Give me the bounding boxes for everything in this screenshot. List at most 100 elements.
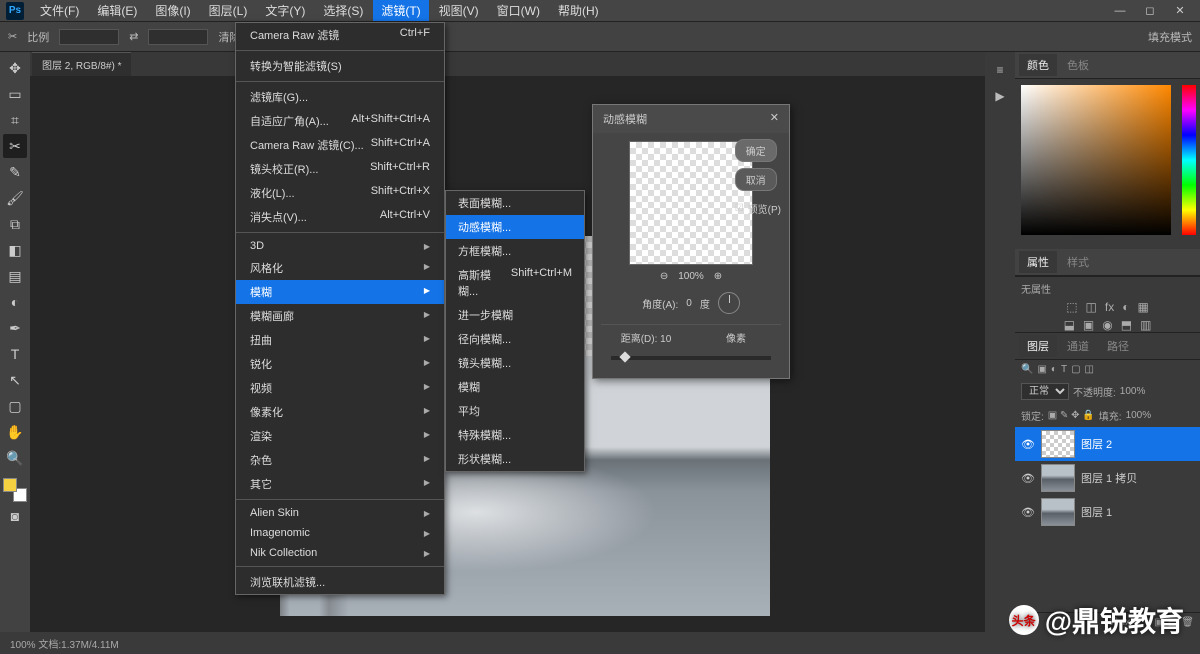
menu-item[interactable]: 图像(I) (147, 0, 198, 21)
document-tab[interactable]: 图层 2, RGB/8#) * (32, 52, 131, 76)
menu-item[interactable]: 滤镜库(G)... (236, 85, 444, 109)
visibility-icon[interactable]: 👁 (1021, 472, 1035, 485)
eyedropper-tool-icon[interactable]: ✎ (3, 160, 27, 184)
blend-mode-select[interactable]: 正常 (1021, 383, 1069, 400)
menu-item[interactable]: 锐化 (236, 352, 444, 376)
filter-type-icon[interactable]: T (1061, 364, 1067, 375)
menu-item[interactable]: 模糊 (236, 280, 444, 304)
hand-tool-icon[interactable]: ✋ (3, 420, 27, 444)
pen-tool-icon[interactable]: ✒ (3, 316, 27, 340)
prop-icon[interactable]: ◐ (1122, 300, 1129, 314)
actions-icon[interactable]: ▶ (990, 86, 1010, 106)
menu-item[interactable]: Camera Raw 滤镜Ctrl+F (236, 23, 444, 47)
marquee-tool-icon[interactable]: ▭ (3, 82, 27, 106)
submenu-item[interactable]: 模糊 (446, 375, 584, 399)
menu-item[interactable]: 3D (236, 236, 444, 256)
menu-item[interactable]: 选择(S) (315, 0, 371, 21)
cancel-button[interactable]: 取消 (735, 168, 777, 191)
menu-item[interactable]: 文件(F) (32, 0, 87, 21)
dialog-close-icon[interactable]: ✕ (770, 111, 779, 127)
tab-styles[interactable]: 样式 (1059, 251, 1097, 273)
menu-item[interactable]: 转换为智能滤镜(S) (236, 54, 444, 78)
prop-icon[interactable]: fx (1105, 300, 1114, 314)
layer-row[interactable]: 👁图层 1 拷贝 (1015, 461, 1200, 495)
menu-item[interactable]: 图层(L) (201, 0, 256, 21)
angle-knob[interactable] (718, 292, 740, 314)
distance-slider[interactable] (611, 356, 771, 360)
angle-value[interactable]: 0 (686, 298, 692, 309)
submenu-item[interactable]: 镜头模糊... (446, 351, 584, 375)
submenu-item[interactable]: 高斯模糊...Shift+Ctrl+M (446, 263, 584, 303)
brush-tool-icon[interactable]: 🖌 (3, 186, 27, 210)
color-swatches[interactable] (3, 478, 27, 502)
prop-icon[interactable]: ⬚ (1066, 300, 1077, 314)
tab-color[interactable]: 颜色 (1019, 54, 1057, 76)
filter-type-icon[interactable]: ▢ (1071, 364, 1080, 375)
tab-paths[interactable]: 路径 (1099, 335, 1137, 357)
menu-item[interactable]: 模糊画廊 (236, 304, 444, 328)
preview-checkbox-label[interactable]: 预览(P) (748, 201, 781, 216)
crop-tool-icon[interactable]: ✂ (3, 134, 27, 158)
path-tool-icon[interactable]: ↖ (3, 368, 27, 392)
submenu-item[interactable]: 径向模糊... (446, 327, 584, 351)
prop-icon[interactable]: ⬓ (1064, 318, 1075, 332)
tab-swatches[interactable]: 色板 (1059, 54, 1097, 76)
minimize-icon[interactable]: — (1106, 2, 1134, 20)
zoom-tool-icon[interactable]: 🔍 (3, 446, 27, 470)
submenu-item[interactable]: 动感模糊... (446, 215, 584, 239)
prop-icon[interactable]: ▣ (1083, 318, 1094, 332)
gradient-tool-icon[interactable]: ▤ (3, 264, 27, 288)
menu-item[interactable]: 消失点(V)...Alt+Ctrl+V (236, 205, 444, 229)
submenu-item[interactable]: 方框模糊... (446, 239, 584, 263)
prop-icon[interactable]: ▥ (1140, 318, 1151, 332)
filter-icon[interactable]: 🔍 (1021, 364, 1033, 375)
menu-item[interactable]: Imagenomic (236, 523, 444, 543)
menu-item[interactable]: Camera Raw 滤镜(C)...Shift+Ctrl+A (236, 133, 444, 157)
menu-item[interactable]: 其它 (236, 472, 444, 496)
tool-preset[interactable]: 比例 (27, 29, 49, 45)
layer-row[interactable]: 👁图层 2 (1015, 427, 1200, 461)
menu-item[interactable]: 滤镜(T) (373, 0, 428, 21)
prop-icon[interactable]: ◫ (1086, 300, 1097, 314)
menu-item[interactable]: Nik Collection (236, 543, 444, 563)
filter-type-icon[interactable]: ◐ (1051, 364, 1057, 375)
menu-item[interactable]: 自适应广角(A)...Alt+Shift+Ctrl+A (236, 109, 444, 133)
opt-fill[interactable]: 填充模式 (1148, 29, 1192, 45)
history-icon[interactable]: ≡ (990, 60, 1010, 80)
menu-item[interactable]: 镜头校正(R)...Shift+Ctrl+R (236, 157, 444, 181)
lasso-tool-icon[interactable]: ⌗ (3, 108, 27, 132)
menu-item[interactable]: 视图(V) (431, 0, 487, 21)
eraser-tool-icon[interactable]: ◧ (3, 238, 27, 262)
checkbox-icon[interactable]: ☑ (735, 203, 744, 214)
layer-row[interactable]: 👁图层 1 (1015, 495, 1200, 529)
submenu-item[interactable]: 表面模糊... (446, 191, 584, 215)
dodge-tool-icon[interactable]: ◐ (3, 290, 27, 314)
menu-item[interactable]: 像素化 (236, 400, 444, 424)
lock-icon[interactable]: ▣ ✎ ✥ 🔒 (1048, 410, 1095, 421)
menu-item[interactable]: 杂色 (236, 448, 444, 472)
close-icon[interactable]: ✕ (1166, 2, 1194, 20)
menu-item[interactable]: 视频 (236, 376, 444, 400)
submenu-item[interactable]: 平均 (446, 399, 584, 423)
menu-item[interactable]: 窗口(W) (489, 0, 548, 21)
visibility-icon[interactable]: 👁 (1021, 506, 1035, 519)
ratio-w-field[interactable] (59, 29, 119, 45)
menu-item[interactable]: 液化(L)...Shift+Ctrl+X (236, 181, 444, 205)
ok-button[interactable]: 确定 (735, 139, 777, 162)
menu-item[interactable]: 浏览联机滤镜... (236, 570, 444, 594)
visibility-icon[interactable]: 👁 (1021, 438, 1035, 451)
menu-item[interactable]: 编辑(E) (89, 0, 145, 21)
menu-item[interactable]: 帮助(H) (550, 0, 607, 21)
tab-layers[interactable]: 图层 (1019, 335, 1057, 357)
menu-item[interactable]: 风格化 (236, 256, 444, 280)
submenu-item[interactable]: 形状模糊... (446, 447, 584, 471)
menu-item[interactable]: 文字(Y) (257, 0, 313, 21)
zoom-in-icon[interactable]: ⊕ (714, 271, 722, 282)
type-tool-icon[interactable]: T (3, 342, 27, 366)
move-tool-icon[interactable]: ✥ (3, 56, 27, 80)
filter-type-icon[interactable]: ▣ (1037, 364, 1046, 375)
ratio-h-field[interactable] (148, 29, 208, 45)
opacity-value[interactable]: 100% (1120, 386, 1146, 397)
zoom-out-icon[interactable]: ⊖ (660, 271, 668, 282)
prop-icon[interactable]: ▦ (1137, 300, 1148, 314)
